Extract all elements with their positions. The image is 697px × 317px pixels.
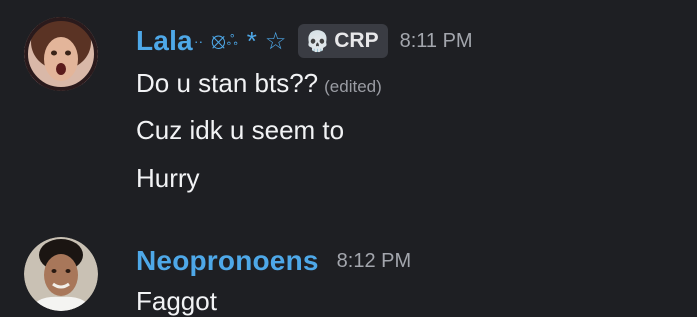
timestamp[interactable]: 8:12 PM	[337, 250, 411, 273]
edited-label: (edited)	[324, 77, 382, 96]
skull-icon: 💀	[305, 30, 331, 53]
message-text: Do u stan bts?? (edited)	[136, 68, 382, 99]
name-decoration-symbol: ஃ	[226, 31, 238, 48]
avatar[interactable]	[24, 237, 98, 311]
message-text: Hurry	[136, 163, 200, 193]
username[interactable]: Lala	[136, 25, 193, 57]
avatar[interactable]	[24, 17, 98, 91]
message-header: Neopronoens 8:12 PM	[136, 242, 411, 280]
server-tag-label: CRP	[334, 29, 379, 52]
name-decoration-dots: ··	[193, 33, 204, 49]
message-group: Neopronoens 8:12 PM Faggot	[0, 230, 697, 316]
message-header: Lala ·· ⦻ ஃ * ☆ 💀 CRP 8:11 PM	[136, 22, 473, 60]
message-group: Lala ·· ⦻ ஃ * ☆ 💀 CRP 8:11 PM Do u stan …	[0, 0, 697, 210]
timestamp[interactable]: 8:11 PM	[400, 30, 473, 53]
message-text: Cuz idk u seem to	[136, 115, 345, 145]
server-tag-badge[interactable]: 💀 CRP	[298, 24, 388, 58]
message-text: Faggot	[136, 286, 217, 316]
message-line: Do u stan bts??	[136, 68, 319, 98]
name-decoration-asterisk: *	[246, 25, 257, 56]
username[interactable]: Neopronoens	[136, 245, 319, 277]
name-decoration-symbol: ⦻	[211, 28, 226, 53]
star-icon: ☆	[264, 27, 287, 55]
